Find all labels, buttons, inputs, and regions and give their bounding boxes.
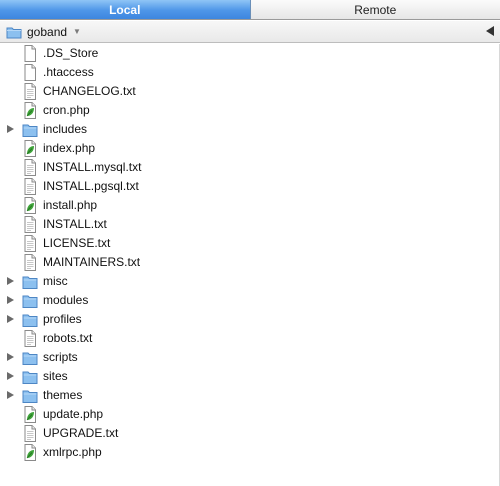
disclosure-triangle-icon[interactable]	[7, 372, 14, 380]
file-row[interactable]: robots.txt	[0, 329, 500, 348]
path-bar: goband ▼	[0, 21, 500, 43]
folder-icon	[22, 368, 38, 385]
file-name: .htaccess	[43, 65, 94, 79]
file-name: LICENSE.txt	[43, 236, 111, 250]
php-leaf-icon	[22, 140, 38, 157]
php-leaf-icon	[22, 406, 38, 423]
file-name: xmlrpc.php	[43, 445, 102, 459]
disclosure-triangle-icon[interactable]	[7, 125, 14, 133]
file-row[interactable]: CHANGELOG.txt	[0, 82, 500, 101]
text-document-icon	[22, 330, 38, 347]
collapse-arrow-icon[interactable]	[486, 26, 494, 36]
folder-row[interactable]: themes	[0, 386, 500, 405]
file-row[interactable]: UPGRADE.txt	[0, 424, 500, 443]
file-name: INSTALL.pgsql.txt	[43, 179, 139, 193]
disclosure-triangle-icon[interactable]	[7, 296, 14, 304]
file-row[interactable]: MAINTAINERS.txt	[0, 253, 500, 272]
document-icon	[22, 45, 38, 62]
file-name: modules	[43, 293, 89, 307]
file-name: install.php	[43, 198, 98, 212]
php-leaf-icon	[22, 102, 38, 119]
file-name: misc	[43, 274, 68, 288]
file-row[interactable]: index.php	[0, 139, 500, 158]
text-document-icon	[22, 235, 38, 252]
text-document-icon	[22, 216, 38, 233]
location-tabbar: Local Remote	[0, 0, 500, 20]
file-name: robots.txt	[43, 331, 93, 345]
php-leaf-icon	[22, 197, 38, 214]
file-name: includes	[43, 122, 88, 136]
file-row[interactable]: INSTALL.pgsql.txt	[0, 177, 500, 196]
file-name: MAINTAINERS.txt	[43, 255, 141, 269]
file-name: INSTALL.mysql.txt	[43, 160, 142, 174]
disclosure-triangle-icon[interactable]	[7, 277, 14, 285]
php-leaf-icon	[22, 444, 38, 461]
folder-icon	[22, 387, 38, 404]
file-name: UPGRADE.txt	[43, 426, 119, 440]
file-name: update.php	[43, 407, 104, 421]
folder-icon	[22, 273, 38, 290]
disclosure-triangle-icon[interactable]	[7, 391, 14, 399]
file-name: INSTALL.txt	[43, 217, 107, 231]
folder-icon	[22, 311, 38, 328]
file-name: profiles	[43, 312, 82, 326]
file-name: CHANGELOG.txt	[43, 84, 136, 98]
file-name: cron.php	[43, 103, 90, 117]
text-document-icon	[22, 159, 38, 176]
file-row[interactable]: LICENSE.txt	[0, 234, 500, 253]
file-row[interactable]: .DS_Store	[0, 44, 500, 63]
file-row[interactable]: cron.php	[0, 101, 500, 120]
file-row[interactable]: INSTALL.txt	[0, 215, 500, 234]
folder-row[interactable]: scripts	[0, 348, 500, 367]
file-row[interactable]: install.php	[0, 196, 500, 215]
folder-row[interactable]: profiles	[0, 310, 500, 329]
file-name: .DS_Store	[43, 46, 99, 60]
document-icon	[22, 64, 38, 81]
folder-icon	[22, 349, 38, 366]
folder-row[interactable]: includes	[0, 120, 500, 139]
disclosure-triangle-icon[interactable]	[7, 315, 14, 323]
chevron-down-icon[interactable]: ▼	[73, 27, 81, 36]
text-document-icon	[22, 425, 38, 442]
file-list: .DS_Store .htaccess CHANGELOG.txt cron.php i…	[0, 44, 500, 486]
text-document-icon	[22, 83, 38, 100]
folder-icon	[22, 121, 38, 138]
text-document-icon	[22, 254, 38, 271]
file-name: sites	[43, 369, 68, 383]
folder-row[interactable]: misc	[0, 272, 500, 291]
folder-row[interactable]: modules	[0, 291, 500, 310]
disclosure-triangle-icon[interactable]	[7, 353, 14, 361]
file-name: themes	[43, 388, 83, 402]
file-row[interactable]: update.php	[0, 405, 500, 424]
text-document-icon	[22, 178, 38, 195]
file-row[interactable]: .htaccess	[0, 63, 500, 82]
folder-icon	[6, 27, 22, 38]
folder-icon	[22, 292, 38, 309]
file-row[interactable]: xmlrpc.php	[0, 443, 500, 462]
folder-row[interactable]: sites	[0, 367, 500, 386]
tab-local[interactable]: Local	[0, 0, 251, 19]
path-dropdown-label[interactable]: goband	[27, 25, 67, 39]
tab-remote[interactable]: Remote	[250, 0, 500, 19]
file-name: scripts	[43, 350, 78, 364]
file-row[interactable]: INSTALL.mysql.txt	[0, 158, 500, 177]
file-name: index.php	[43, 141, 96, 155]
